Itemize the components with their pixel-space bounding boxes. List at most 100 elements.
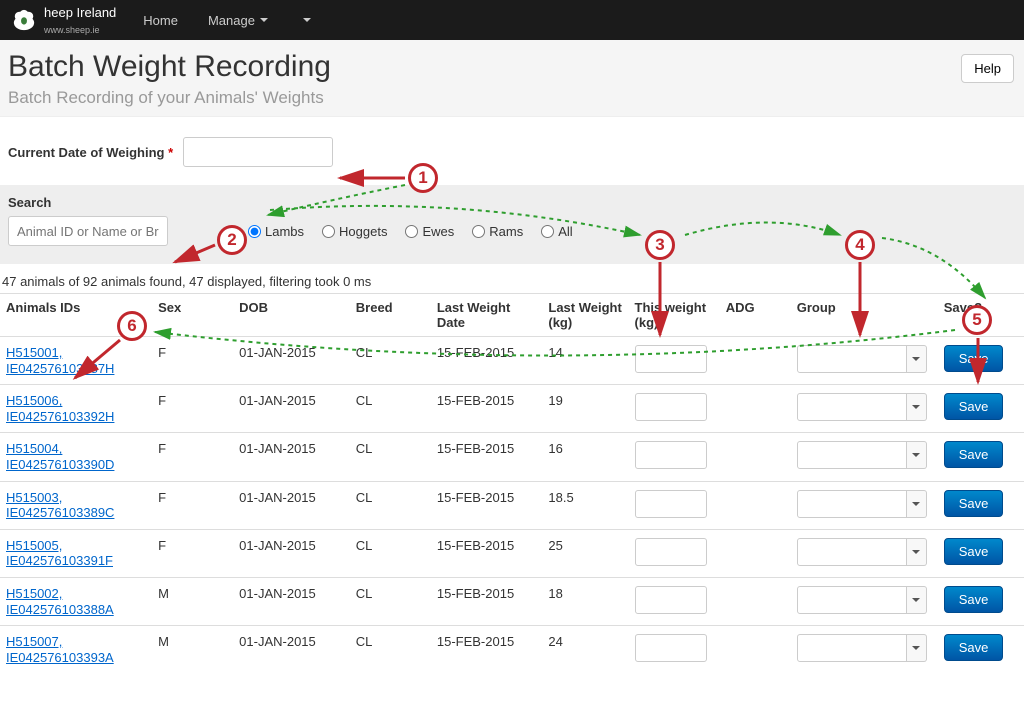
animal-tag-link[interactable]: IE042576103393A: [6, 650, 146, 666]
col-breed[interactable]: Breed: [350, 294, 431, 337]
group-dropdown-toggle[interactable]: [907, 345, 927, 373]
date-label-text: Current Date of Weighing: [8, 145, 164, 160]
nav-manage-label: Manage: [208, 13, 255, 28]
col-ids[interactable]: Animals IDs: [0, 294, 152, 337]
cell-last-weight-date: 15-FEB-2015: [431, 337, 543, 385]
cell-last-weight: 18: [542, 577, 628, 625]
page-header: Batch Weight Recording Batch Recording o…: [0, 40, 1024, 117]
group-select[interactable]: [797, 538, 907, 566]
col-group[interactable]: Group: [791, 294, 938, 337]
group-dropdown-toggle[interactable]: [907, 634, 927, 662]
cell-last-weight: 19: [542, 385, 628, 433]
filter-ewes-label: Ewes: [422, 224, 454, 239]
table-row: H515006,IE042576103392HF01-JAN-2015CL15-…: [0, 385, 1024, 433]
search-label: Search: [8, 195, 1016, 210]
caret-down-icon: [912, 598, 920, 602]
col-lwd[interactable]: Last Weight Date: [431, 294, 543, 337]
animal-tag-link[interactable]: IE042576103387H: [6, 361, 146, 377]
cell-last-weight: 14: [542, 337, 628, 385]
navbar: heep Ireland www.sheep.ie Home Manage: [0, 0, 1024, 40]
filter-hoggets-radio[interactable]: [322, 225, 335, 238]
animal-id-link[interactable]: H515006,: [6, 393, 146, 409]
filter-rams[interactable]: Rams: [472, 224, 523, 239]
col-adg[interactable]: ADG: [720, 294, 791, 337]
animals-table: Animals IDs Sex DOB Breed Last Weight Da…: [0, 293, 1024, 673]
cell-adg: [720, 529, 791, 577]
save-button[interactable]: Save: [944, 538, 1004, 565]
animal-id-link[interactable]: H515004,: [6, 441, 146, 457]
save-button[interactable]: Save: [944, 345, 1004, 372]
col-twkg[interactable]: This weight (kg): [629, 294, 720, 337]
save-button[interactable]: Save: [944, 634, 1004, 661]
col-sex[interactable]: Sex: [152, 294, 233, 337]
cell-breed: CL: [350, 577, 431, 625]
nav-blank-dropdown[interactable]: [283, 0, 326, 40]
filter-hoggets[interactable]: Hoggets: [322, 224, 387, 239]
group-dropdown-toggle[interactable]: [907, 586, 927, 614]
date-label: Current Date of Weighing *: [8, 145, 173, 160]
this-weight-input[interactable]: [635, 345, 707, 373]
group-dropdown-toggle[interactable]: [907, 490, 927, 518]
brand-sub: www.sheep.ie: [44, 25, 100, 35]
save-button[interactable]: Save: [944, 393, 1004, 420]
cell-adg: [720, 337, 791, 385]
animal-id-link[interactable]: H515002,: [6, 586, 146, 602]
animal-tag-link[interactable]: IE042576103390D: [6, 457, 146, 473]
this-weight-input[interactable]: [635, 393, 707, 421]
this-weight-input[interactable]: [635, 538, 707, 566]
group-select[interactable]: [797, 393, 907, 421]
animal-id-link[interactable]: H515005,: [6, 538, 146, 554]
cell-dob: 01-JAN-2015: [233, 433, 350, 481]
cell-last-weight-date: 15-FEB-2015: [431, 481, 543, 529]
group-select[interactable]: [797, 345, 907, 373]
group-select[interactable]: [797, 634, 907, 662]
group-dropdown-toggle[interactable]: [907, 538, 927, 566]
table-row: H515005,IE042576103391FF01-JAN-2015CL15-…: [0, 529, 1024, 577]
nav-manage[interactable]: Manage: [193, 0, 283, 40]
date-input[interactable]: [183, 137, 333, 167]
filter-lambs-label: Lambs: [265, 224, 304, 239]
group-select[interactable]: [797, 490, 907, 518]
caret-down-icon: [912, 357, 920, 361]
filter-all[interactable]: All: [541, 224, 572, 239]
animal-id-link[interactable]: H515007,: [6, 634, 146, 650]
help-button[interactable]: Help: [961, 54, 1014, 83]
filter-ewes[interactable]: Ewes: [405, 224, 454, 239]
this-weight-input[interactable]: [635, 490, 707, 518]
cell-last-weight: 25: [542, 529, 628, 577]
group-select[interactable]: [797, 441, 907, 469]
cell-breed: CL: [350, 337, 431, 385]
animal-tag-link[interactable]: IE042576103391F: [6, 553, 146, 569]
this-weight-input[interactable]: [635, 441, 707, 469]
nav-home[interactable]: Home: [128, 0, 193, 40]
group-dropdown-toggle[interactable]: [907, 393, 927, 421]
brand[interactable]: heep Ireland www.sheep.ie: [10, 0, 128, 40]
animal-id-link[interactable]: H515003,: [6, 490, 146, 506]
caret-down-icon: [912, 502, 920, 506]
animal-tag-link[interactable]: IE042576103388A: [6, 602, 146, 618]
col-dob[interactable]: DOB: [233, 294, 350, 337]
animal-id-link[interactable]: H515001,: [6, 345, 146, 361]
this-weight-input[interactable]: [635, 586, 707, 614]
cell-last-weight: 18.5: [542, 481, 628, 529]
filter-ewes-radio[interactable]: [405, 225, 418, 238]
filter-lambs[interactable]: Lambs: [248, 224, 304, 239]
search-input[interactable]: [8, 216, 168, 246]
col-lwkg[interactable]: Last Weight (kg): [542, 294, 628, 337]
animal-tag-link[interactable]: IE042576103389C: [6, 505, 146, 521]
caret-down-icon: [912, 453, 920, 457]
save-button[interactable]: Save: [944, 441, 1004, 468]
save-button[interactable]: Save: [944, 490, 1004, 517]
animal-tag-link[interactable]: IE042576103392H: [6, 409, 146, 425]
save-button[interactable]: Save: [944, 586, 1004, 613]
filter-all-radio[interactable]: [541, 225, 554, 238]
cell-last-weight-date: 15-FEB-2015: [431, 626, 543, 674]
this-weight-input[interactable]: [635, 634, 707, 662]
cell-adg: [720, 577, 791, 625]
filter-rams-radio[interactable]: [472, 225, 485, 238]
brand-name: heep Ireland: [44, 5, 116, 20]
filter-lambs-radio[interactable]: [248, 225, 261, 238]
col-save[interactable]: Save?: [938, 294, 1024, 337]
group-dropdown-toggle[interactable]: [907, 441, 927, 469]
group-select[interactable]: [797, 586, 907, 614]
